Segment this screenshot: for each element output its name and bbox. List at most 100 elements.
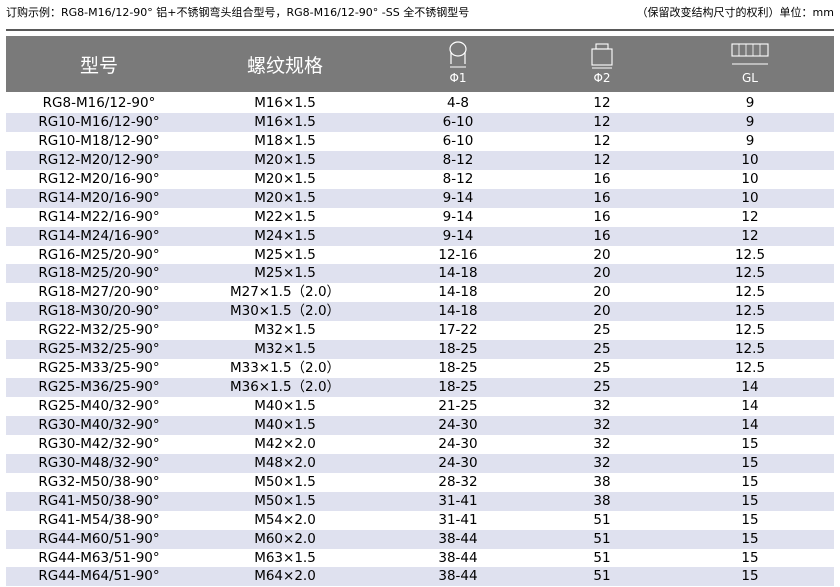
table-row: RG44-M64/51-90° M64×2.0 38-44 51 15 bbox=[6, 567, 834, 587]
thread-cell: M60×2.0 bbox=[254, 530, 316, 547]
phi2-cell: 25 bbox=[593, 341, 611, 358]
model-cell: RG32-M50/38-90° bbox=[38, 473, 160, 490]
gl-cell: 15 bbox=[741, 454, 759, 471]
table-row: RG25-M33/25-90° M33×1.5（2.0） 18-25 25 12.5 bbox=[6, 359, 834, 378]
model-cell: RG25-M36/25-90° bbox=[38, 379, 160, 396]
model-cell: RG41-M50/38-90° bbox=[38, 492, 160, 509]
thread-cell: M16×1.5 bbox=[254, 113, 316, 130]
gl-cell: 12.5 bbox=[734, 284, 766, 301]
phi2-cell: 25 bbox=[593, 379, 611, 396]
thread-cell: M42×2.0 bbox=[254, 435, 316, 452]
table-row: RG12-M20/12-90° M20×1.5 8-12 12 10 bbox=[6, 150, 834, 170]
thread-cell: M48×2.0 bbox=[254, 454, 316, 471]
model-cell: RG14-M20/16-90° bbox=[38, 189, 160, 206]
model-cell: RG30-M40/32-90° bbox=[38, 416, 160, 433]
model-cell: RG18-M30/20-90° bbox=[38, 303, 160, 320]
table-row: RG10-M18/12-90° M18×1.5 6-10 12 9 bbox=[6, 132, 834, 151]
table-row: RG14-M22/16-90° M22×1.5 9-14 16 12 bbox=[6, 208, 834, 227]
header-phi1-label: Φ1 bbox=[449, 71, 467, 85]
phi1-cell: 14-18 bbox=[438, 303, 478, 320]
phi1-cell: 38-44 bbox=[438, 568, 478, 585]
thread-cell: M25×1.5 bbox=[254, 265, 316, 282]
gl-cell: 10 bbox=[741, 170, 759, 187]
phi1-cell: 14-18 bbox=[438, 265, 478, 282]
thread-cell: M18×1.5 bbox=[254, 132, 316, 149]
model-cell: RG44-M63/51-90° bbox=[38, 549, 160, 566]
thread-cell: M50×1.5 bbox=[254, 473, 316, 490]
gl-cell: 10 bbox=[741, 151, 759, 168]
phi2-cell: 20 bbox=[593, 284, 611, 301]
table-row: RG32-M50/38-90° M50×1.5 28-32 38 15 bbox=[6, 473, 834, 492]
header-gl: GL bbox=[666, 36, 834, 92]
gl-cell: 10 bbox=[741, 189, 759, 206]
gl-cell: 15 bbox=[741, 530, 759, 547]
model-cell: RG8-M16/12-90° bbox=[42, 95, 156, 111]
model-cell: RG16-M25/20-90° bbox=[38, 246, 160, 263]
phi1-cell: 9-14 bbox=[442, 189, 474, 206]
phi1-cell: 24-30 bbox=[438, 416, 478, 433]
phi1-cell: 38-44 bbox=[438, 530, 478, 547]
table-row: RG41-M50/38-90° M50×1.5 31-41 38 15 bbox=[6, 491, 834, 511]
header-phi1: Φ1 bbox=[378, 36, 538, 92]
gl-cell: 12 bbox=[741, 227, 759, 244]
phi1-cell: 17-22 bbox=[438, 322, 478, 339]
table-row: RG44-M63/51-90° M63×1.5 38-44 51 15 bbox=[6, 549, 834, 568]
phi1-cell: 9-14 bbox=[442, 208, 474, 225]
table-row: RG41-M54/38-90° M54×2.0 31-41 51 15 bbox=[6, 511, 834, 530]
phi2-cell: 25 bbox=[593, 360, 611, 377]
phi1-cell: 6-10 bbox=[442, 113, 474, 130]
model-cell: RG10-M18/12-90° bbox=[38, 132, 160, 149]
gl-cell: 15 bbox=[741, 568, 759, 585]
thread-length-icon bbox=[731, 43, 769, 65]
thread-cell: M24×1.5 bbox=[254, 227, 316, 244]
thread-cell: M40×1.5 bbox=[254, 398, 316, 414]
thread-cell: M33×1.5（2.0） bbox=[229, 360, 341, 377]
gl-cell: 9 bbox=[745, 113, 755, 130]
table-row: RG10-M16/12-90° M16×1.5 6-10 12 9 bbox=[6, 112, 834, 132]
header-model: 型号 bbox=[6, 36, 192, 92]
thread-cell: M30×1.5（2.0） bbox=[229, 303, 341, 320]
phi1-cell: 18-25 bbox=[438, 379, 478, 396]
table-row: RG25-M36/25-90° M36×1.5（2.0） 18-25 25 14 bbox=[6, 378, 834, 397]
model-cell: RG30-M42/32-90° bbox=[38, 435, 160, 452]
phi1-cell: 18-25 bbox=[438, 341, 478, 358]
thread-cell: M63×1.5 bbox=[254, 549, 316, 566]
phi2-cell: 12 bbox=[593, 151, 611, 168]
phi1-cell: 6-10 bbox=[442, 132, 474, 149]
phi2-cell: 20 bbox=[593, 265, 611, 282]
header-thread-label: 螺纹规格 bbox=[246, 55, 323, 77]
model-cell: RG22-M32/25-90° bbox=[38, 322, 160, 339]
thread-cell: M25×1.5 bbox=[254, 246, 316, 263]
phi1-cell: 9-14 bbox=[442, 227, 474, 244]
model-cell: RG30-M48/32-90° bbox=[38, 454, 160, 471]
model-cell: RG18-M27/20-90° bbox=[38, 284, 160, 301]
thread-cell: M32×1.5 bbox=[254, 322, 316, 339]
model-cell: RG44-M64/51-90° bbox=[38, 568, 160, 585]
phi1-cell: 31-41 bbox=[438, 492, 478, 509]
header-phi2-label: Φ2 bbox=[593, 71, 611, 85]
thread-cell: M64×2.0 bbox=[254, 568, 316, 585]
table-row: RG16-M25/20-90° M25×1.5 12-16 20 12.5 bbox=[6, 246, 834, 265]
thread-cell: M27×1.5（2.0） bbox=[229, 284, 341, 301]
gl-cell: 14 bbox=[741, 416, 759, 433]
model-cell: RG14-M22/16-90° bbox=[38, 208, 160, 225]
phi2-cell: 32 bbox=[593, 416, 611, 433]
gl-cell: 12.5 bbox=[734, 341, 766, 358]
order-example-text: 订购示例：RG8-M16/12-90° 铝+不锈钢弯头组合型号，RG8-M16/… bbox=[6, 6, 470, 19]
thread-cell: M50×1.5 bbox=[254, 492, 316, 509]
gl-cell: 12.5 bbox=[734, 360, 766, 377]
phi2-cell: 20 bbox=[593, 303, 611, 320]
phi2-cell: 38 bbox=[593, 473, 611, 490]
thread-cell: M36×1.5（2.0） bbox=[229, 379, 341, 396]
phi1-cell: 8-12 bbox=[442, 170, 474, 187]
header-thread: 螺纹规格 bbox=[192, 36, 378, 92]
table-row: RG18-M30/20-90° M30×1.5（2.0） 14-18 20 12.5 bbox=[6, 302, 834, 322]
phi1-cell: 24-30 bbox=[438, 454, 478, 471]
gl-cell: 9 bbox=[745, 132, 755, 149]
gl-cell: 15 bbox=[741, 511, 759, 528]
model-cell: RG12-M20/12-90° bbox=[38, 151, 160, 168]
model-cell: RG25-M32/25-90° bbox=[38, 341, 160, 358]
table-row: RG30-M40/32-90° M40×1.5 24-30 32 14 bbox=[6, 415, 834, 435]
phi2-cell: 16 bbox=[593, 189, 611, 206]
gl-cell: 15 bbox=[741, 473, 759, 490]
